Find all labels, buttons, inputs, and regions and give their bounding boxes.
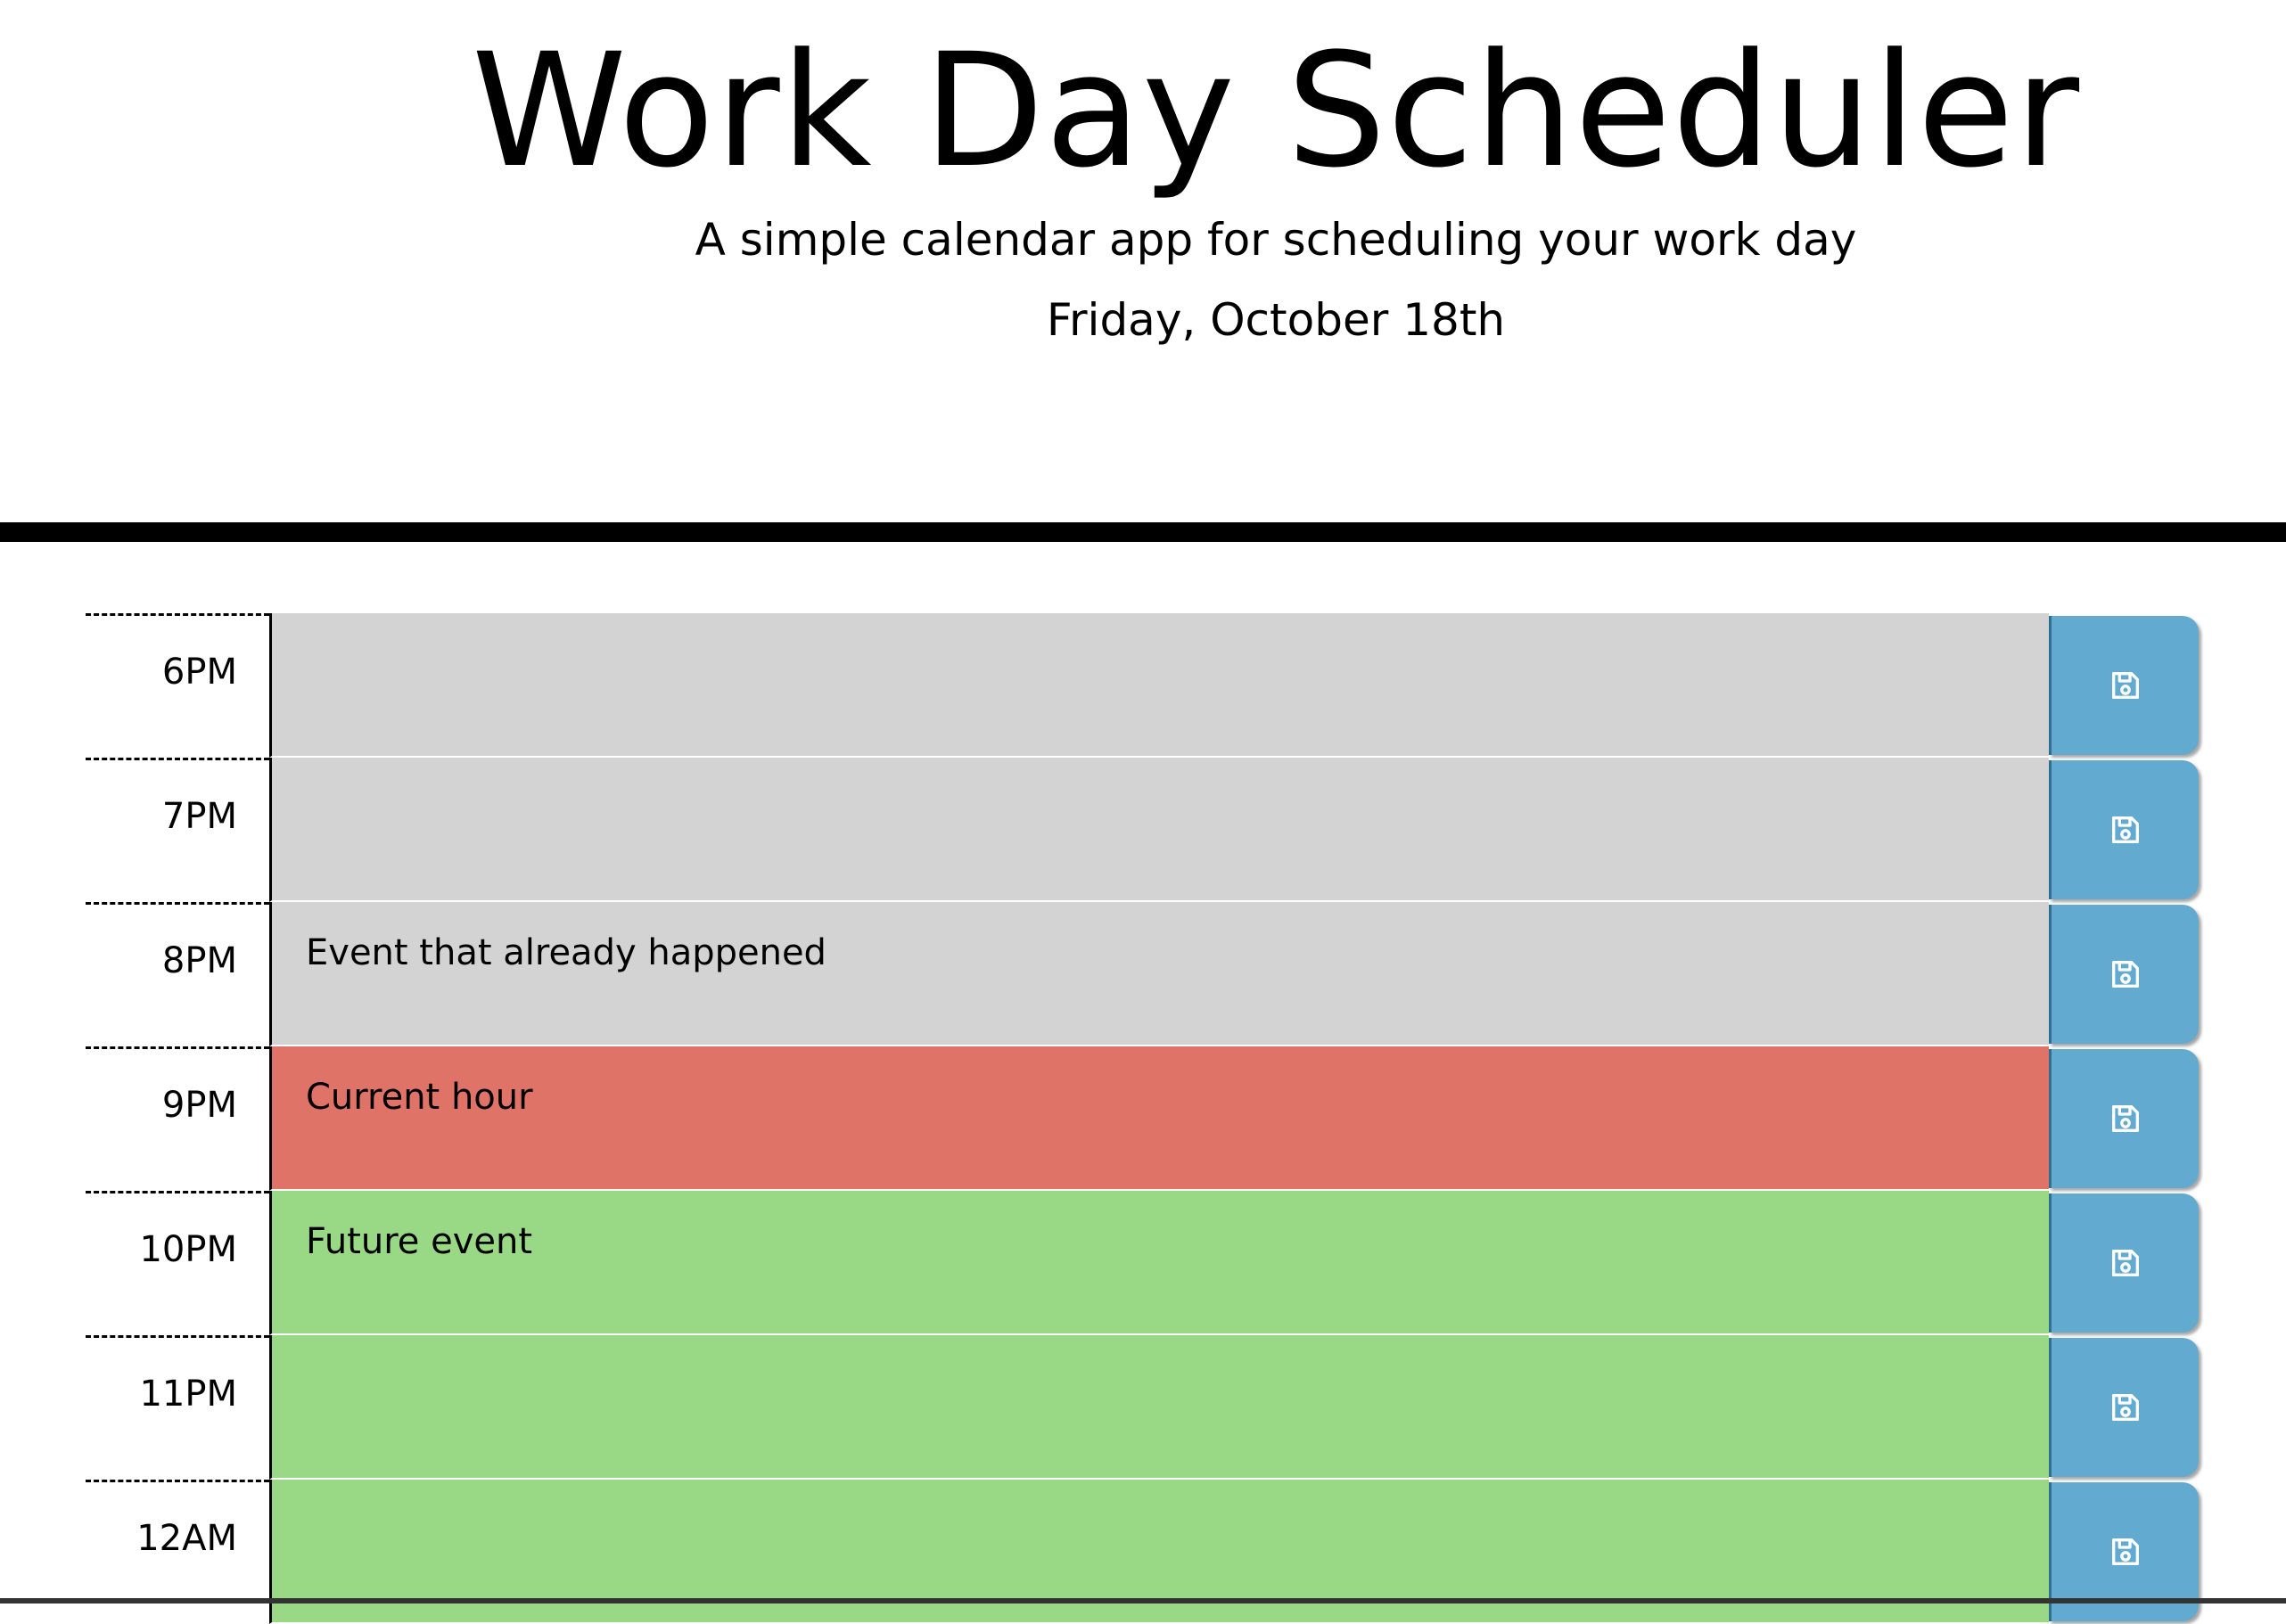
hour-label: 7PM bbox=[86, 758, 269, 901]
event-description-textarea[interactable] bbox=[269, 1335, 2049, 1480]
time-block-row: 7PM bbox=[86, 758, 2199, 902]
save-button[interactable] bbox=[2049, 1049, 2199, 1188]
event-description-textarea[interactable]: Event that already happened bbox=[269, 902, 2049, 1046]
save-button[interactable] bbox=[2049, 760, 2199, 899]
header-divider bbox=[0, 522, 2286, 542]
hour-label: 11PM bbox=[86, 1335, 269, 1479]
time-block-row: 10PM Future event bbox=[86, 1191, 2199, 1335]
save-button[interactable] bbox=[2049, 1193, 2199, 1333]
event-description-textarea[interactable] bbox=[269, 758, 2049, 902]
window-bottom-edge bbox=[0, 1598, 2286, 1603]
hour-label: 8PM bbox=[86, 902, 269, 1046]
save-button[interactable] bbox=[2049, 1338, 2199, 1477]
save-button[interactable] bbox=[2049, 905, 2199, 1044]
time-block-row: 8PM Event that already happened bbox=[86, 902, 2199, 1046]
save-icon bbox=[2111, 1250, 2139, 1276]
time-block-row: 9PM Current hour bbox=[86, 1046, 2199, 1191]
page-subtitle: A simple calendar app for scheduling you… bbox=[695, 214, 1857, 266]
save-icon bbox=[2111, 672, 2139, 699]
save-icon bbox=[2111, 1538, 2139, 1565]
time-block-row: 11PM bbox=[86, 1335, 2199, 1480]
hour-label: 10PM bbox=[86, 1191, 269, 1334]
save-icon bbox=[2111, 961, 2139, 988]
event-description-textarea[interactable]: Current hour bbox=[269, 1046, 2049, 1191]
event-description-textarea[interactable]: Future event bbox=[269, 1191, 2049, 1335]
save-icon bbox=[2111, 1105, 2139, 1132]
time-block-row: 6PM bbox=[86, 613, 2199, 758]
hour-label: 6PM bbox=[86, 613, 269, 757]
event-description-textarea[interactable] bbox=[269, 613, 2049, 758]
page-header: Work Day Scheduler A simple calendar app… bbox=[0, 0, 2286, 522]
schedule-container: 6PM 7PM 8PM Event that already happened … bbox=[86, 613, 2199, 1624]
current-day: Friday, October 18th bbox=[1046, 294, 1506, 346]
page-title: Work Day Scheduler bbox=[471, 20, 2081, 202]
save-icon bbox=[2111, 816, 2139, 843]
save-button[interactable] bbox=[2049, 616, 2199, 755]
save-icon bbox=[2111, 1394, 2139, 1421]
hour-label: 9PM bbox=[86, 1046, 269, 1190]
